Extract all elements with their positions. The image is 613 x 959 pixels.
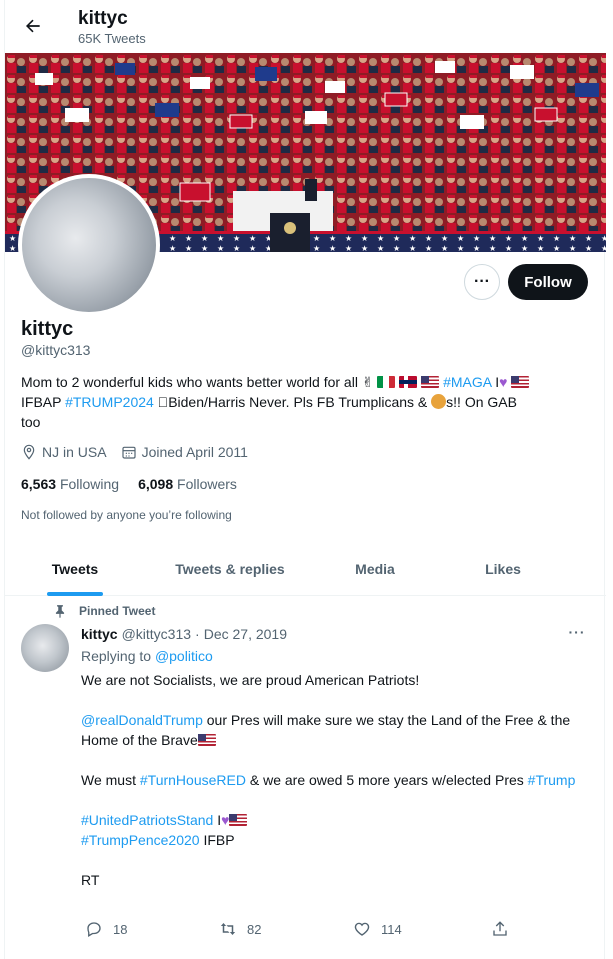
us-flag-emoji	[229, 814, 248, 826]
profile-name: kittyc	[21, 318, 74, 340]
tweet-paragraph: @realDonaldTrump our Pres will make sure…	[81, 712, 571, 748]
purple-heart-emoji: ♥	[221, 812, 230, 828]
followers-link[interactable]: 6,098 Followers	[138, 476, 237, 492]
profile-meta: NJ in USA Joined April 2011	[21, 444, 248, 460]
tweet-date[interactable]: Dec 27, 2019	[204, 626, 287, 642]
top-bar: kittyc 65K Tweets	[5, 0, 606, 53]
us-flag-emoji	[421, 376, 440, 388]
tab-tweets-replies[interactable]: Tweets & replies	[145, 541, 315, 596]
header-tweet-count: 65K Tweets	[78, 31, 146, 46]
tweet-line: RT	[81, 872, 100, 888]
lion-emoji	[431, 394, 447, 409]
tweet-handle[interactable]: @kittyc313	[122, 626, 191, 642]
tweet-avatar[interactable]	[21, 624, 69, 672]
replying-to: Replying to @politico	[81, 648, 213, 664]
hashtag-unitedpatriotsstand-link[interactable]: #UnitedPatriotsStand	[81, 812, 213, 828]
tab-likes[interactable]: Likes	[435, 541, 571, 596]
profile-handle: @kittyc313	[21, 342, 91, 358]
us-flag-emoji	[511, 376, 530, 388]
profile-stats: 6,563 Following 6,098 Followers	[21, 476, 237, 492]
header-title: kittyc	[78, 8, 128, 29]
italy-flag-emoji	[377, 376, 396, 388]
hashtag-trump2024-link[interactable]: #TRUMP2024	[65, 394, 154, 410]
replying-to-link[interactable]: @politico	[155, 648, 213, 664]
tweet-author[interactable]: kittyc	[81, 626, 118, 642]
tab-tweets[interactable]: Tweets	[5, 541, 145, 596]
share-button[interactable]	[491, 920, 509, 938]
us-flag-emoji	[197, 734, 216, 746]
profile-bio: Mom to 2 wonderful kids who wants better…	[21, 372, 586, 432]
calendar-icon	[121, 446, 136, 459]
tab-media[interactable]: Media	[315, 541, 435, 596]
hashtag-trumppence2020-link[interactable]: #TrumpPence2020	[81, 832, 200, 848]
tweet-header: kittyc @kittyc313 · Dec 27, 2019	[81, 626, 287, 642]
profile-joined: Joined April 2011	[121, 444, 248, 460]
profile-location: NJ in USA	[21, 444, 107, 460]
reply-icon	[87, 922, 101, 937]
share-icon	[493, 921, 507, 936]
hashtag-turnhousered-link[interactable]: #TurnHouseRED	[140, 772, 246, 788]
tweet-paragraph: We must #TurnHouseRED & we are owed 5 mo…	[81, 772, 576, 788]
heart-icon	[354, 922, 370, 936]
norway-flag-emoji	[399, 376, 418, 388]
hashtag-maga-link[interactable]: #MAGA	[443, 374, 491, 390]
profile-page: kittyc 65K Tweets ★	[4, 0, 606, 959]
reply-button[interactable]: 18	[85, 920, 127, 938]
pin-icon	[55, 605, 65, 618]
profile-tabs: Tweets Tweets & replies Media Likes	[5, 541, 606, 596]
back-button[interactable]	[19, 12, 47, 40]
retweet-button[interactable]: 82	[219, 920, 261, 938]
retweet-icon	[220, 923, 236, 935]
tweet-actions: 18 82 114	[81, 920, 511, 942]
profile-avatar[interactable]	[18, 174, 160, 316]
tweet-more-button[interactable]: ···	[565, 624, 589, 644]
follow-button[interactable]: Follow	[508, 264, 588, 300]
tweet-paragraph: #UnitedPatriotsStand I♥ #TrumpPence2020 …	[81, 810, 581, 850]
victory-emoji: ✌	[361, 374, 374, 390]
tweet-body: We are not Socialists, we are proud Amer…	[81, 670, 581, 890]
pinned-tweet-label: Pinned Tweet	[53, 604, 155, 618]
tweet-line: We are not Socialists, we are proud Amer…	[81, 672, 420, 688]
hashtag-trump-link[interactable]: #Trump	[528, 772, 576, 788]
arrow-left-icon	[26, 19, 40, 33]
location-pin-icon	[23, 444, 35, 460]
like-button[interactable]: 114	[353, 920, 402, 938]
purple-heart-emoji: ♥	[499, 374, 508, 390]
more-options-button[interactable]: ···	[464, 264, 500, 300]
mention-link[interactable]: @realDonaldTrump	[81, 712, 203, 728]
not-followed-notice: Not followed by anyone you’re following	[21, 508, 232, 522]
tweet-separator: ·	[195, 626, 200, 642]
following-link[interactable]: 6,563 Following	[21, 476, 119, 492]
